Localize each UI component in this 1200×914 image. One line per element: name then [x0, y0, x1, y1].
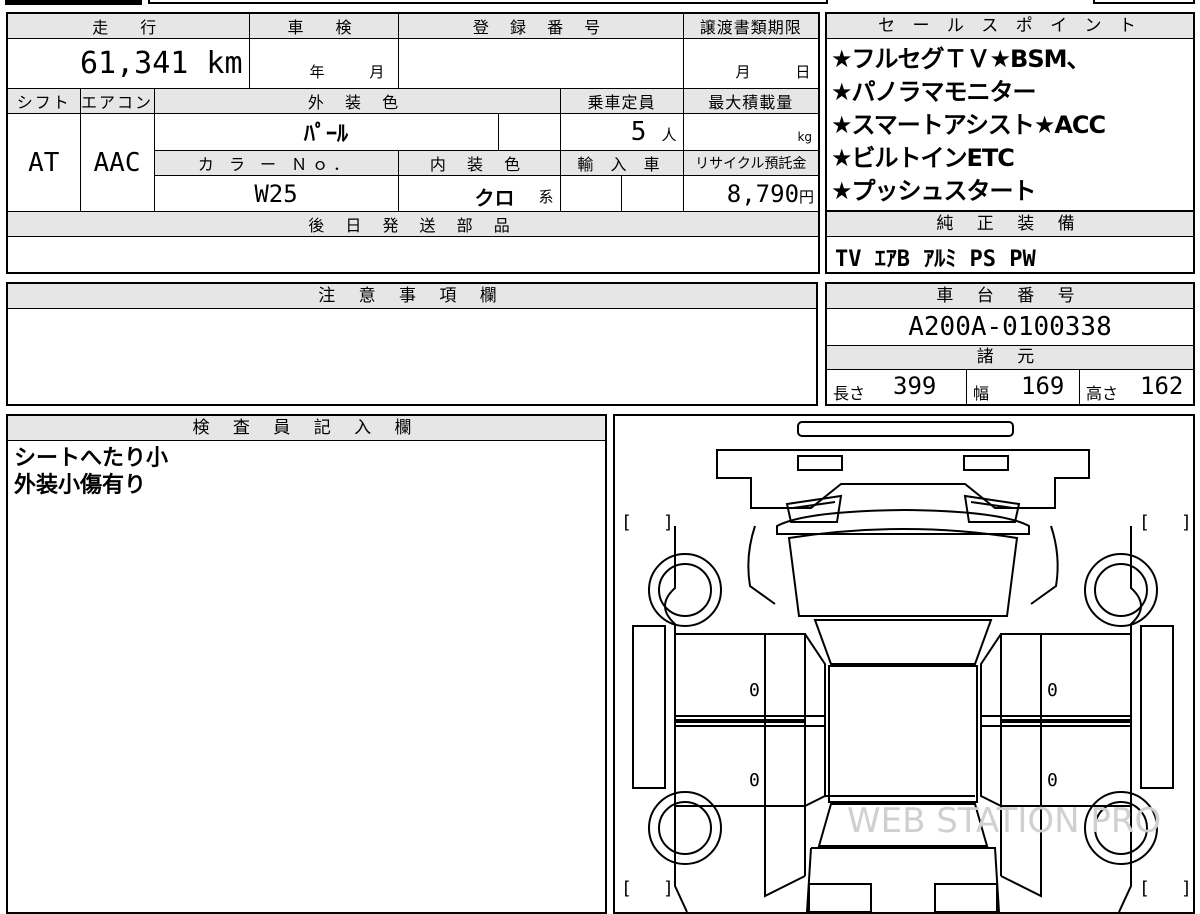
sales-point-4: ★ビルトインETC	[831, 144, 1015, 172]
svg-text:[: [	[621, 512, 632, 533]
chassis-box: 車 台 番 号 A200A-0100338 諸 元 長さ 399 幅 169 高…	[825, 282, 1195, 406]
recycle-value: 8,790	[726, 179, 800, 208]
max-load-unit: kg	[682, 113, 820, 151]
top-strip-right	[1093, 0, 1195, 4]
svg-text:]: ]	[663, 512, 674, 533]
svg-text:]: ]	[1181, 878, 1192, 899]
shift-label: シフト	[6, 88, 81, 114]
equipment-box: 純 正 装 備 TV ｴｱB ｱﾙﾐ PS PW	[825, 210, 1195, 274]
exterior-color-value: ﾊﾟｰﾙ	[153, 113, 499, 151]
import-cell-b	[620, 175, 684, 212]
sales-points-list: ★フルセグＴＶ★BSM、 ★パノラマモニター ★スマートアシスト★ACC ★ビル…	[827, 39, 1193, 208]
length-value: 399	[893, 372, 937, 400]
car-diagram-box: [] [] [] [] 0 0 0 0 WEB STATION PRO	[613, 414, 1195, 914]
top-strip-line	[148, 0, 828, 4]
car-diagram: [] [] [] [] 0 0 0 0 WEB STATION PRO	[621, 421, 1192, 912]
svg-text:[: [	[621, 878, 632, 899]
transfer-month-unit: 月	[735, 63, 751, 81]
inspector-note-1: シートへたり小	[14, 446, 169, 471]
notes-header: 注 意 事 項 欄	[8, 284, 816, 309]
sales-point-2: ★パノラマモニター	[831, 78, 1037, 106]
capacity-value: 5	[630, 117, 647, 147]
svg-text:[: [	[1139, 878, 1150, 899]
vehicle-info-table: 走 行 車 検 登 録 番 号 譲渡書類期限 61,341 km 年 月 月 日…	[6, 12, 821, 274]
inspector-notes: シートへたり小 外装小傷有り	[8, 441, 605, 503]
inspector-header: 検 査 員 記 入 欄	[8, 416, 605, 441]
later-parts-label: 後 日 発 送 部 品	[6, 211, 820, 237]
interior-color-label: 内 装 色	[397, 150, 561, 176]
interior-color-suffix: 系	[538, 188, 554, 206]
mark-rear-left-door: 0	[749, 770, 760, 791]
color-number-label: カ ラ ー Ｎｏ．	[153, 150, 399, 176]
top-black-tab	[5, 0, 142, 5]
recycle-unit: 円	[799, 187, 815, 206]
notes-box: 注 意 事 項 欄	[6, 282, 818, 406]
aircon-label: エアコン	[79, 88, 155, 114]
sales-points-box: セ ー ル ス ポ イ ン ト ★フルセグＴＶ★BSM、 ★パノラマモニター ★…	[825, 12, 1195, 212]
width-value: 169	[1021, 372, 1065, 400]
width-label: 幅	[973, 384, 990, 403]
sales-point-3: ★スマートアシスト★ACC	[831, 111, 1106, 139]
chassis-header: 車 台 番 号	[827, 284, 1193, 309]
specs-row: 長さ 399 幅 169 高さ 162	[827, 370, 1193, 405]
color-number-value: W25	[153, 175, 399, 212]
chassis-number: A200A-0100338	[827, 309, 1193, 346]
shift-value: AT	[6, 113, 81, 212]
mark-rear-right-door: 0	[1047, 770, 1058, 791]
transfer-deadline-label: 譲渡書類期限	[682, 12, 820, 39]
height-label: 高さ	[1086, 384, 1119, 403]
height-value: 162	[1140, 372, 1184, 400]
recycle-label: リサイクル預託金	[682, 150, 820, 176]
mark-front-right-door: 0	[1047, 680, 1058, 701]
capacity-label: 乗車定員	[559, 88, 684, 114]
aircon-value: AAC	[79, 113, 155, 212]
max-load-label: 最大積載量	[682, 88, 820, 114]
length-label: 長さ	[833, 384, 866, 403]
equipment-value: TV ｴｱB ｱﾙﾐ PS PW	[835, 247, 1036, 272]
svg-text:]: ]	[663, 878, 674, 899]
watermark-text: WEB STATION PRO	[847, 801, 1161, 841]
inspection-month-unit: 月	[369, 63, 385, 81]
interior-color-value: クロ	[474, 186, 515, 210]
mileage-label: 走 行	[6, 12, 250, 39]
sales-point-1: ★フルセグＴＶ★BSM、	[831, 45, 1091, 73]
svg-text:]: ]	[1181, 512, 1192, 533]
inspector-box: 検 査 員 記 入 欄 シートへたり小 外装小傷有り	[6, 414, 607, 914]
capacity-unit: 人	[661, 126, 677, 144]
registration-value	[397, 38, 684, 89]
sales-point-5: ★プッシュスタート	[831, 177, 1037, 205]
sales-points-header: セ ー ル ス ポ イ ン ト	[827, 14, 1193, 39]
later-parts-value	[6, 236, 820, 273]
inspection-label: 車 検	[248, 12, 399, 39]
inspector-note-2: 外装小傷有り	[14, 473, 147, 498]
transfer-day-unit: 日	[795, 63, 811, 81]
import-cell-a	[559, 175, 622, 212]
inspection-year-unit: 年	[309, 63, 325, 81]
import-label: 輸 入 車	[559, 150, 684, 176]
svg-text:[: [	[1139, 512, 1150, 533]
mileage-value: 61,341 km	[6, 38, 250, 89]
equipment-header: 純 正 装 備	[827, 212, 1193, 237]
mark-front-left-door: 0	[749, 680, 760, 701]
exterior-color-label: 外 装 色	[153, 88, 561, 114]
registration-label: 登 録 番 号	[397, 12, 684, 39]
exterior-color-extra	[497, 113, 561, 151]
specs-header: 諸 元	[827, 346, 1193, 370]
